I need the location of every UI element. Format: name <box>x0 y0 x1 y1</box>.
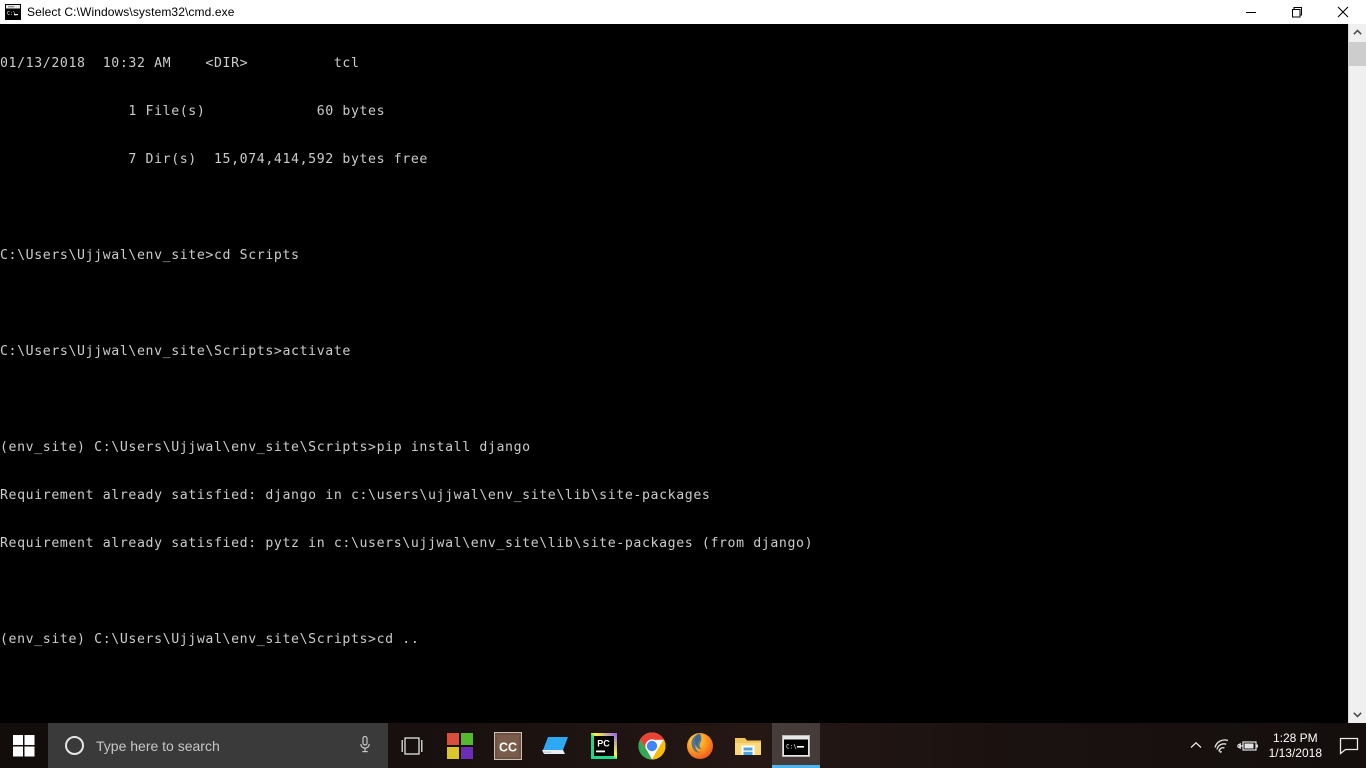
camtasia-icon: CC <box>494 731 522 760</box>
clock-date: 1/13/2018 <box>1268 745 1322 760</box>
google-chrome-icon <box>638 731 666 760</box>
taskbar-item-command-prompt[interactable]: C:\ <box>772 723 820 768</box>
clock-time: 1:28 PM <box>1272 730 1318 745</box>
close-button[interactable] <box>1320 0 1366 24</box>
windows-logo-icon <box>13 734 35 756</box>
console-line: C:\Users\Ujjwal\env_site>cd Scripts <box>0 248 300 263</box>
chevron-down-icon[interactable] <box>1349 706 1366 723</box>
window-title: Select C:\Windows\system32\cmd.exe <box>27 5 235 19</box>
action-center-button[interactable] <box>1332 723 1366 768</box>
start-button[interactable] <box>0 723 48 768</box>
taskbar-item-google-chrome[interactable] <box>628 723 676 768</box>
system-tray: 1:28 PM 1/13/2018 <box>1183 723 1366 768</box>
battery-charging-icon[interactable] <box>1235 723 1261 768</box>
laptop-screen-icon <box>542 736 568 754</box>
mozilla-firefox-icon <box>687 732 713 759</box>
console-line: Requirement already satisfied: pytz in c… <box>0 536 814 551</box>
console-text: 01/13/2018 10:32 AM <DIR> tcl 1 File(s) … <box>0 24 813 723</box>
title-bar[interactable]: C:\ Select C:\Windows\system32\cmd.exe <box>0 0 1366 24</box>
minimize-button[interactable] <box>1228 0 1274 24</box>
restore-button[interactable] <box>1274 0 1320 24</box>
taskbar-item-task-view[interactable] <box>388 723 436 768</box>
console-line: 7 Dir(s) 15,074,414,592 bytes free <box>0 152 428 167</box>
console-line: (env_site) C:\Users\Ujjwal\env_site\Scri… <box>0 632 420 647</box>
task-view-icon <box>401 736 423 755</box>
chevron-up-icon[interactable] <box>1349 24 1366 41</box>
microphone-icon[interactable] <box>358 735 372 760</box>
search-input[interactable]: Type here to search <box>48 723 388 768</box>
wifi-icon[interactable] <box>1209 723 1235 768</box>
cortana-circle-icon[interactable] <box>65 736 84 755</box>
taskbar-pinned-items: CC PC C:\ <box>388 723 820 768</box>
console-line: Requirement already satisfied: django in… <box>0 488 711 503</box>
cmd-window: C:\ Select C:\Windows\system32\cmd.exe 0… <box>0 0 1366 723</box>
taskbar-item-file-explorer[interactable] <box>724 723 772 768</box>
cmd-icon: C:\ <box>5 4 21 20</box>
file-explorer-icon <box>735 737 761 755</box>
scrollbar-thumb[interactable] <box>1349 42 1366 66</box>
window-controls <box>1228 0 1366 24</box>
svg-text:PC: PC <box>597 738 610 748</box>
console-output-area[interactable]: 01/13/2018 10:32 AM <DIR> tcl 1 File(s) … <box>0 24 1348 723</box>
search-placeholder: Type here to search <box>96 737 220 754</box>
taskbar-item-camtasia[interactable]: CC <box>484 723 532 768</box>
console-line: 01/13/2018 10:32 AM <DIR> tcl <box>0 56 360 71</box>
console-line: (env_site) C:\Users\Ujjwal\env_site\Scri… <box>0 440 531 455</box>
console-scrollbar[interactable] <box>1348 24 1366 723</box>
console-line: C:\Users\Ujjwal\env_site\Scripts>activat… <box>0 344 351 359</box>
pycharm-icon: PC <box>591 732 617 759</box>
clock[interactable]: 1:28 PM 1/13/2018 <box>1261 723 1332 768</box>
taskbar-item-remote-desktop[interactable] <box>532 723 580 768</box>
svg-text:C:\: C:\ <box>786 743 797 750</box>
taskbar-item-mozilla-firefox[interactable] <box>676 723 724 768</box>
taskbar-item-pycharm[interactable]: PC <box>580 723 628 768</box>
taskbar: Type here to search CC PC C:\ 1:28 PM 1/… <box>0 723 1366 768</box>
microsoft-store-icon <box>447 732 473 759</box>
taskbar-item-microsoft-store[interactable] <box>436 723 484 768</box>
chevron-up-icon[interactable] <box>1183 723 1209 768</box>
command-prompt-icon: C:\ <box>782 734 810 757</box>
svg-text:CC: CC <box>499 740 517 754</box>
speech-bubble-icon <box>1339 737 1359 755</box>
console-line: 1 File(s) 60 bytes <box>0 104 386 119</box>
